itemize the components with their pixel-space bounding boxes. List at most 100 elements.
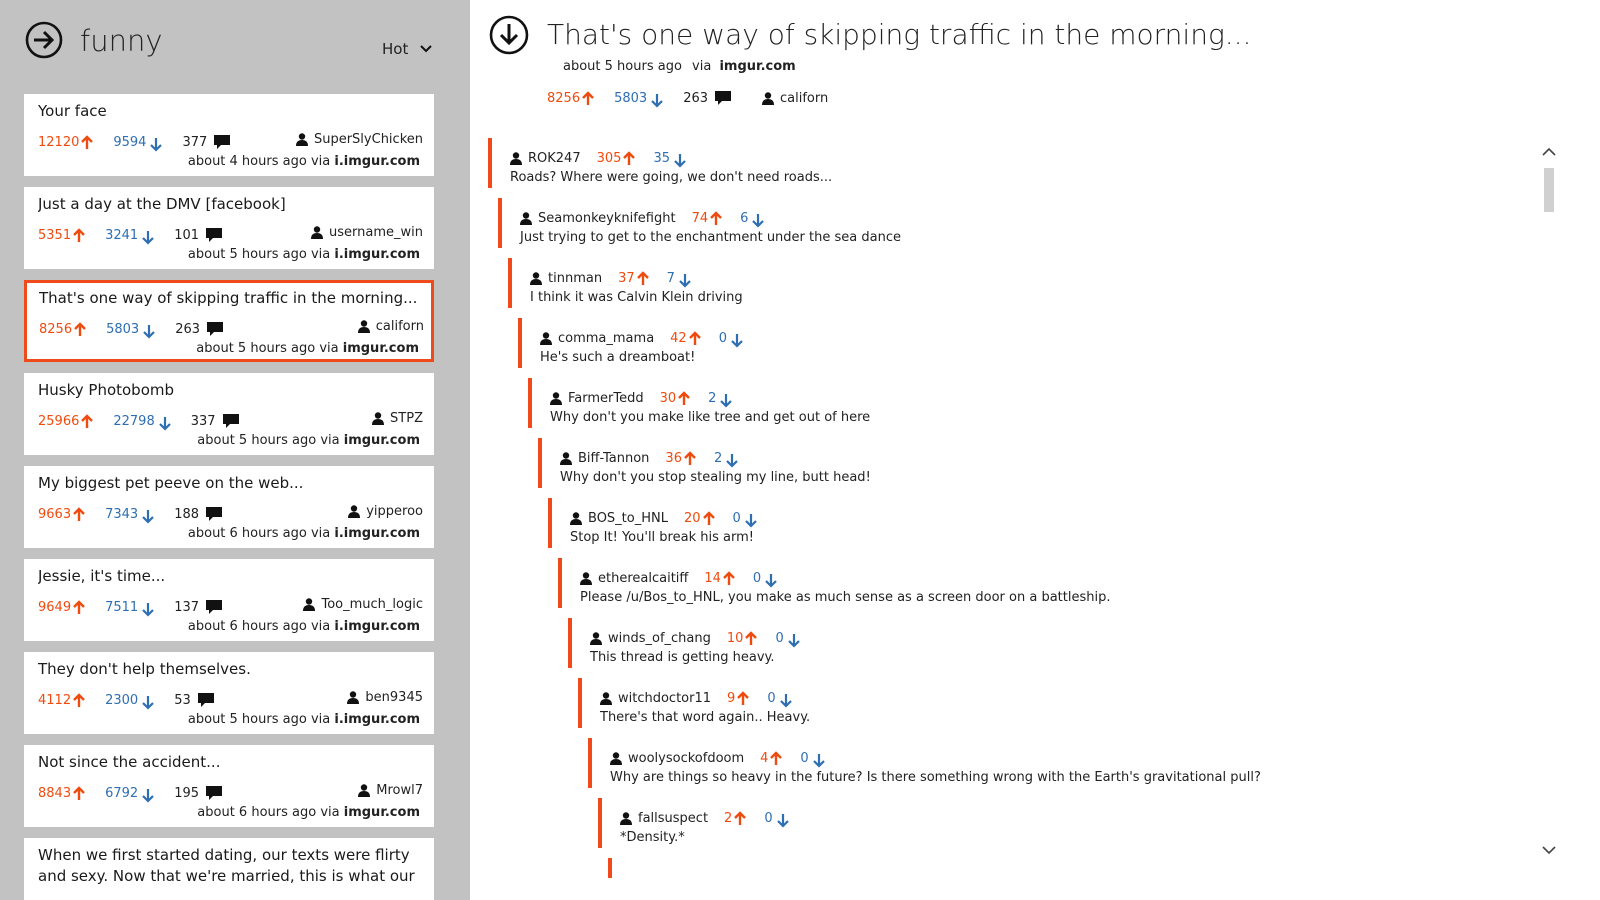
post-card[interactable]: They don't help themselves. 4112 2300 53 ben… <box>24 652 434 734</box>
comment-upvotes[interactable]: 20 <box>684 511 715 526</box>
comment-author[interactable]: comma_mama <box>558 331 654 346</box>
post-downvotes[interactable]: 5803 <box>614 88 663 108</box>
post-comment-count[interactable]: 263 <box>683 90 732 106</box>
post-card-author[interactable]: Mrowl7 <box>358 783 423 798</box>
comment-upvotes[interactable]: 36 <box>665 451 696 466</box>
comment-author[interactable]: fallsuspect <box>638 811 708 826</box>
comment-author[interactable]: woolysockofdoom <box>628 751 744 766</box>
post-card[interactable]: Jessie, it's time... 9649 7511 137 Too_much_… <box>24 559 434 641</box>
comment-downvotes[interactable]: 0 <box>800 748 825 768</box>
post-card-comments[interactable]: 195 <box>174 785 223 801</box>
comment-author[interactable]: tinnman <box>548 271 602 286</box>
comment-downvotes[interactable]: 0 <box>733 508 757 528</box>
post-card[interactable]: Just a day at the DMV [facebook] 5351 3241… <box>24 187 434 269</box>
comment-header: Biff-Tannon 36 2 <box>560 448 739 468</box>
post-card-comments[interactable]: 337 <box>191 413 240 429</box>
scroll-up-icon[interactable] <box>1540 144 1558 160</box>
downvote-count: 7 <box>666 270 675 286</box>
post-card-domain[interactable]: i.imgur.com <box>334 154 420 169</box>
post-card-comments[interactable]: 101 <box>174 227 223 243</box>
comment-downvotes[interactable]: 2 <box>708 388 733 408</box>
comment-upvotes[interactable]: 305 <box>597 151 636 166</box>
comment-upvotes[interactable]: 4 <box>760 751 783 766</box>
post-card-downvotes[interactable]: 5803 <box>106 319 155 339</box>
back-arrow-icon[interactable] <box>24 20 64 60</box>
comment-downvotes[interactable]: 35 <box>653 148 686 168</box>
post-card-upvotes[interactable]: 4112 <box>38 693 85 708</box>
comment-upvotes[interactable]: 2 <box>724 811 747 826</box>
comment-downvotes[interactable]: 7 <box>667 268 691 288</box>
post-card[interactable]: Not since the accident... 8843 6792 195 Mrow… <box>24 745 434 827</box>
post-card-downvotes[interactable]: 2300 <box>105 690 154 710</box>
post-card-upvotes[interactable]: 8843 <box>38 786 85 801</box>
post-card-downvotes[interactable]: 7511 <box>105 597 154 617</box>
post-domain[interactable]: imgur.com <box>719 59 795 74</box>
post-card-author[interactable]: Too_much_logic <box>303 597 423 612</box>
post-card-author[interactable]: yipperoo <box>348 504 423 519</box>
post-card-author[interactable]: ben9345 <box>347 690 423 705</box>
sort-dropdown[interactable]: Hot <box>382 40 433 58</box>
post-card-domain[interactable]: i.imgur.com <box>334 619 420 634</box>
post-upvotes[interactable]: 8256 <box>547 91 594 106</box>
scroll-thumb[interactable] <box>1544 168 1554 212</box>
post-card-downvotes[interactable]: 7343 <box>105 504 154 524</box>
post-card-author[interactable]: SuperSlyChicken <box>295 132 423 147</box>
comment-downvotes[interactable]: 0 <box>767 688 792 708</box>
comment-author[interactable]: witchdoctor11 <box>618 691 711 706</box>
post-author[interactable]: californ <box>762 91 828 106</box>
comment-downvotes[interactable]: 0 <box>775 628 800 648</box>
comment-downvotes[interactable]: 0 <box>753 568 777 588</box>
post-card-domain[interactable]: imgur.com <box>344 805 420 820</box>
post-card[interactable]: My biggest pet peeve on the web... 9663 73… <box>24 466 434 548</box>
comment-author[interactable]: ROK247 <box>528 151 581 166</box>
post-card-comments[interactable]: 188 <box>174 506 223 522</box>
comment-downvotes[interactable]: 0 <box>764 808 789 828</box>
scroll-down-icon[interactable] <box>1540 842 1558 858</box>
post-card-upvotes[interactable]: 25966 <box>38 414 94 429</box>
post-card-downvotes[interactable]: 3241 <box>105 225 154 245</box>
post-card-author[interactable]: californ <box>357 319 424 334</box>
comment-upvotes[interactable]: 37 <box>618 271 649 286</box>
post-card-downvotes[interactable]: 9594 <box>113 132 163 152</box>
post-card[interactable]: Husky Photobomb 25966 22798 337 STPZ about 5 … <box>24 373 434 455</box>
comment-downvotes[interactable]: 6 <box>740 208 765 228</box>
comment-author[interactable]: winds_of_chang <box>608 631 711 646</box>
post-card-author[interactable]: STPZ <box>372 411 423 426</box>
comment-upvotes[interactable]: 9 <box>727 691 750 706</box>
speech-bubble-icon <box>206 786 223 800</box>
post-card-upvotes[interactable]: 9663 <box>38 507 85 522</box>
post-card-upvotes[interactable]: 8256 <box>39 322 86 337</box>
comment-author[interactable]: etherealcaitiff <box>598 571 688 586</box>
comment-downvotes[interactable]: 0 <box>719 328 743 348</box>
post-card-domain[interactable]: i.imgur.com <box>334 526 420 541</box>
post-card-upvotes[interactable]: 12120 <box>38 135 94 150</box>
post-card-upvotes[interactable]: 9649 <box>38 600 85 615</box>
post-card-domain[interactable]: i.imgur.com <box>334 712 420 727</box>
comment-upvotes[interactable]: 30 <box>660 391 691 406</box>
comment-author[interactable]: Seamonkeyknifefight <box>538 211 676 226</box>
post-card-downvotes[interactable]: 22798 <box>113 411 171 431</box>
post-card-comments[interactable]: 53 <box>174 692 215 708</box>
post-card-domain[interactable]: imgur.com <box>343 341 419 356</box>
comment-upvotes[interactable]: 14 <box>704 571 735 586</box>
collapse-arrow-icon[interactable] <box>488 14 530 56</box>
post-card-domain[interactable]: imgur.com <box>344 433 420 448</box>
comment-upvotes[interactable]: 74 <box>692 211 723 226</box>
post-card-domain[interactable]: i.imgur.com <box>334 247 420 262</box>
comment-upvotes[interactable]: 10 <box>727 631 758 646</box>
comment-author[interactable]: Biff-Tannon <box>578 451 649 466</box>
post-card-upvotes[interactable]: 5351 <box>38 228 85 243</box>
post-card-author[interactable]: username_win <box>311 225 423 240</box>
post-card-comments[interactable]: 137 <box>174 599 223 615</box>
comment-downvotes[interactable]: 2 <box>714 448 739 468</box>
post-card[interactable]: When we first started dating, our texts … <box>24 838 434 900</box>
comment-upvotes[interactable]: 42 <box>670 331 701 346</box>
post-card-selected[interactable]: That's one way of skipping traffic in th… <box>24 280 434 362</box>
post-card-comments[interactable]: 263 <box>175 321 224 337</box>
comment-author[interactable]: FarmerTedd <box>568 391 644 406</box>
post-card[interactable]: Your face 12120 9594 377 SuperSlyChicken abou… <box>24 94 434 176</box>
comment-author[interactable]: BOS_to_HNL <box>588 511 668 526</box>
scrollbar[interactable] <box>1540 140 1558 870</box>
post-card-comments[interactable]: 377 <box>182 134 231 150</box>
post-card-downvotes[interactable]: 6792 <box>105 783 154 803</box>
